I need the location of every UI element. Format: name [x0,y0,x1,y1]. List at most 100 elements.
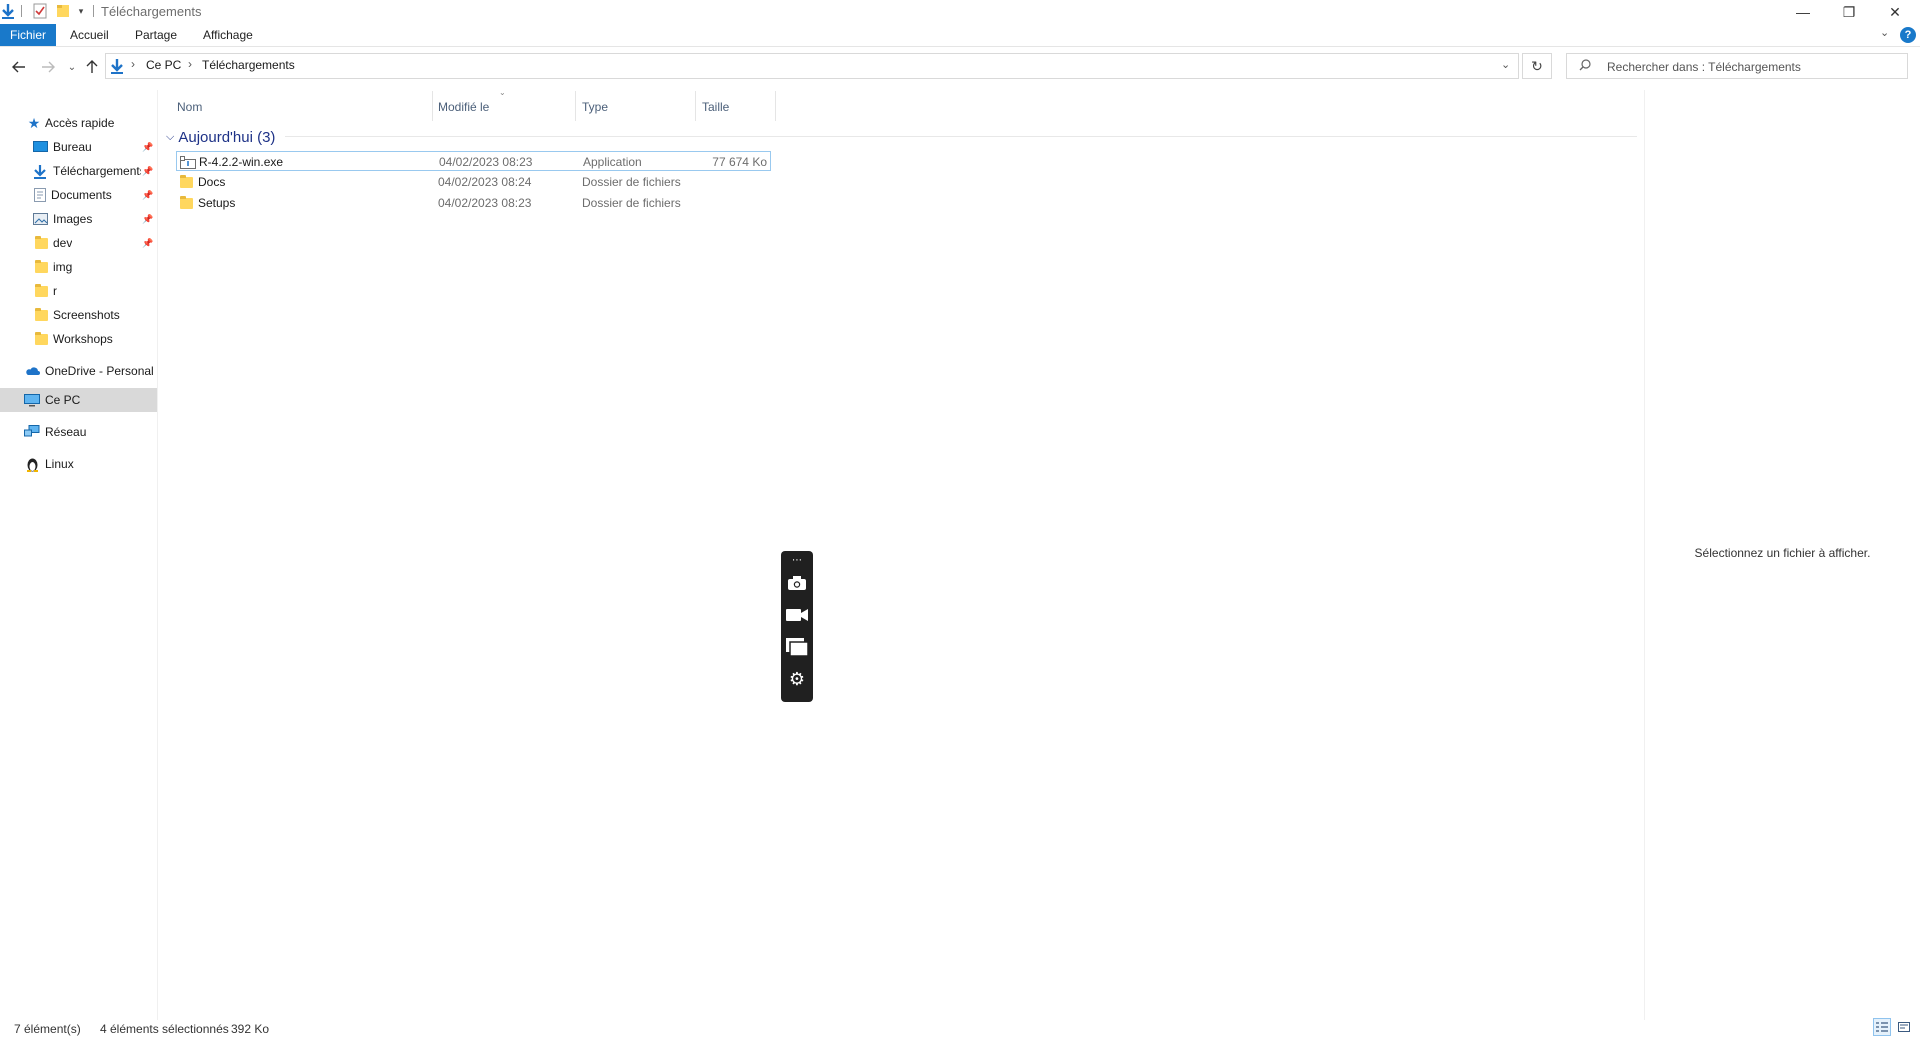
sidebar-item-reseau[interactable]: Réseau [0,420,157,444]
forward-button[interactable] [38,57,58,77]
file-row[interactable]: Setups 04/02/2023 08:23 Dossier de fichi… [176,193,771,213]
large-icons-view-icon [1898,1022,1910,1032]
sidebar-item-ce-pc[interactable]: Ce PC [0,388,157,412]
sidebar-item-linux[interactable]: Linux [0,452,157,476]
collapse-chevron-icon[interactable]: ⌵ [166,131,174,144]
sidebar-item-label: Workshops [53,332,113,346]
help-button[interactable]: ? [1900,27,1916,43]
close-button[interactable]: ✕ [1872,0,1918,24]
item-count: 7 élément(s) [14,1022,81,1036]
toolbar-menu-icon[interactable]: ⋯ [785,553,809,567]
sidebar-item-images[interactable]: Images 📌 [0,207,157,231]
file-name: Setups [198,196,236,210]
search-box[interactable] [1566,53,1908,79]
new-folder-icon[interactable] [55,3,71,19]
file-row[interactable]: Docs 04/02/2023 08:24 Dossier de fichier… [176,172,771,192]
column-header-taille[interactable]: Taille [702,95,774,119]
details-view-button[interactable] [1873,1018,1891,1036]
large-icons-view-button[interactable] [1895,1018,1913,1036]
sidebar-item-quick-access[interactable]: ★ Accès rapide [0,111,157,135]
title-separator [93,5,94,17]
tab-fichier[interactable]: Fichier [0,24,56,46]
sidebar-item-screenshots[interactable]: Screenshots [0,303,157,327]
sidebar-item-label: OneDrive - Personal [45,364,154,378]
tab-affichage[interactable]: Affichage [193,24,263,46]
file-size: 77 674 Ko [712,155,767,169]
ribbon-tabs: Fichier Accueil Partage Affichage ⌄ ? [0,24,1920,47]
pin-icon[interactable]: 📌 [142,142,153,153]
folder-icon [180,196,193,209]
pane-divider[interactable] [157,90,158,1020]
video-camera-icon[interactable] [785,603,809,627]
penguin-icon [24,457,40,472]
folder-icon [33,307,49,322]
column-divider[interactable] [575,91,576,121]
cloud-icon [24,364,40,378]
folder-icon [180,175,193,188]
address-dropdown-chevron-icon[interactable]: ⌄ [1501,58,1510,71]
back-button[interactable] [9,57,29,77]
title-separator [21,5,22,17]
recent-locations-chevron-icon[interactable]: ⌄ [62,57,82,77]
sidebar-item-onedrive[interactable]: OneDrive - Personal [0,359,157,383]
pin-icon[interactable]: 📌 [142,238,153,249]
settings-gear-icon[interactable]: ⚙ [785,667,809,691]
column-header-nom[interactable]: Nom [177,95,432,119]
star-icon: ★ [27,114,41,131]
file-type: Dossier de fichiers [582,175,681,189]
back-arrow-icon [12,61,25,73]
pin-icon[interactable]: 📌 [142,166,153,177]
breadcrumb-chevron-icon[interactable]: › [131,57,135,71]
sidebar-item-telechargements[interactable]: Téléchargements 📌 [0,159,157,183]
address-bar[interactable]: › Ce PC › Téléchargements ⌄ [105,53,1519,79]
desktop-icon [32,140,48,154]
column-divider[interactable] [775,91,776,121]
details-view-icon [1876,1022,1888,1032]
pin-icon[interactable]: 📌 [142,190,153,201]
sidebar-item-label: Téléchargements [53,164,141,178]
breadcrumb-ce-pc[interactable]: Ce PC [146,58,181,72]
properties-icon[interactable] [32,3,48,19]
breadcrumb-telechargements[interactable]: Téléchargements [202,58,295,72]
column-header-modifie-le[interactable]: Modifié le [438,95,574,119]
minimize-button[interactable]: — [1780,0,1826,24]
pin-icon[interactable]: 📌 [142,214,153,225]
installer-icon [180,156,196,172]
camera-icon[interactable] [785,571,809,595]
file-name: Docs [198,175,226,189]
window-capture-icon[interactable] [785,635,809,659]
sidebar-item-bureau[interactable]: Bureau 📌 [0,135,157,159]
file-type: Dossier de fichiers [582,196,681,210]
tab-partage[interactable]: Partage [125,24,187,46]
title-bar: ▾ Téléchargements — ❐ ✕ [0,0,1920,24]
sidebar-item-label: dev [53,236,73,250]
sidebar-item-workshops[interactable]: Workshops [0,327,157,351]
pictures-icon [32,212,48,226]
download-icon [32,164,48,179]
sidebar-item-label: Bureau [53,140,92,154]
sidebar-item-dev[interactable]: dev 📌 [0,231,157,255]
up-button[interactable] [82,57,102,77]
file-row[interactable]: R-4.2.2-win.exe 04/02/2023 08:23 Applica… [176,151,771,171]
download-location-icon [110,58,124,77]
column-divider[interactable] [695,91,696,121]
column-divider[interactable] [432,91,433,121]
folder-icon [33,283,49,298]
column-header-type[interactable]: Type [582,95,694,119]
selection-size: 392 Ko [231,1022,270,1036]
tab-accueil[interactable]: Accueil [60,24,119,46]
sidebar-item-r[interactable]: r [0,279,157,303]
expand-ribbon-chevron-icon[interactable]: ⌄ [1880,26,1889,39]
breadcrumb-chevron-icon[interactable]: › [188,57,192,71]
file-modified: 04/02/2023 08:23 [439,155,533,169]
restore-button[interactable]: ❐ [1826,0,1872,24]
sort-descending-icon: ⌄ [499,88,506,97]
computer-icon [24,393,40,407]
refresh-button[interactable]: ↻ [1522,53,1552,79]
sidebar-item-label: Images [53,212,93,226]
sidebar-item-img[interactable]: img [0,255,157,279]
sidebar-item-documents[interactable]: Documents 📌 [0,183,157,207]
group-header[interactable]: ⌵ Aujourd'hui (3) [166,127,275,147]
search-input[interactable] [1605,57,1899,77]
customize-toolbar-chevron-icon[interactable]: ▾ [75,3,87,19]
